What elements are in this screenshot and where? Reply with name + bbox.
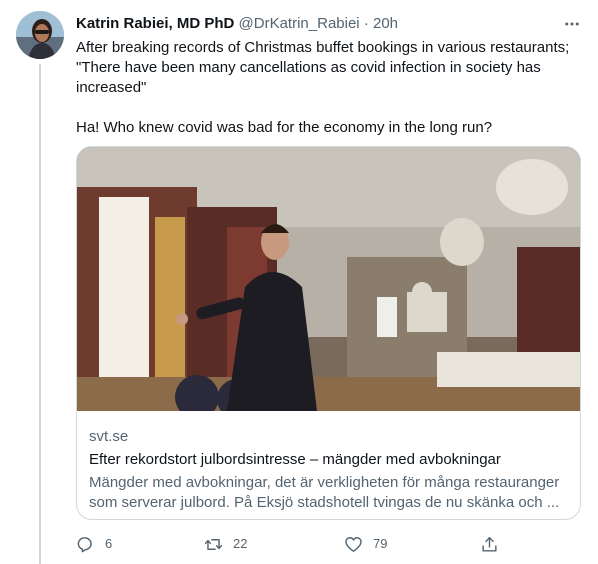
heart-icon	[345, 536, 362, 552]
tweet-text: After breaking records of Christmas buff…	[76, 38, 576, 138]
like-count: 79	[373, 536, 388, 551]
author-handle[interactable]: @DrKatrin_Rabiei	[239, 15, 360, 32]
reply-button[interactable]: 6	[76, 532, 112, 556]
reply-icon	[77, 536, 92, 552]
more-options-button[interactable]	[560, 12, 584, 36]
share-icon	[482, 536, 497, 552]
avatar[interactable]	[16, 11, 64, 59]
tweet-paragraph: Ha! Who knew covid was bad for the econo…	[76, 119, 493, 136]
tweet-header: Katrin Rabiei, MD PhD @DrKatrin_Rabiei ·…	[76, 14, 576, 34]
link-preview-card[interactable]: svt.se Efter rekordstort julbordsintress…	[76, 146, 581, 520]
tweet-paragraph: After breaking records of Christmas buff…	[76, 39, 570, 96]
thread-line	[39, 64, 41, 564]
avatar-photo	[16, 11, 64, 59]
card-domain: svt.se	[89, 428, 129, 445]
retweet-icon	[204, 538, 223, 550]
like-button[interactable]: 79	[344, 532, 387, 556]
card-description: Mängder med avbokningar, det är verkligh…	[89, 474, 560, 511]
retweet-count: 22	[233, 536, 248, 551]
card-meta: svt.se Efter rekordstort julbordsintress…	[89, 427, 569, 513]
more-horizontal-icon	[565, 22, 579, 26]
author-name[interactable]: Katrin Rabiei, MD PhD	[76, 15, 234, 32]
tweet[interactable]: Katrin Rabiei, MD PhD @DrKatrin_Rabiei ·…	[0, 0, 598, 564]
restaurant-photo	[77, 147, 580, 411]
card-image	[77, 147, 580, 411]
tweet-actions: 6 22 79	[76, 532, 576, 556]
card-title[interactable]: Efter rekordstort julbordsintresse – män…	[89, 450, 569, 470]
share-button[interactable]	[480, 532, 499, 556]
separator-dot: ·	[363, 15, 369, 32]
reply-count: 6	[105, 536, 113, 551]
tweet-timestamp[interactable]: 20h	[373, 15, 398, 32]
retweet-button[interactable]: 22	[204, 532, 247, 556]
